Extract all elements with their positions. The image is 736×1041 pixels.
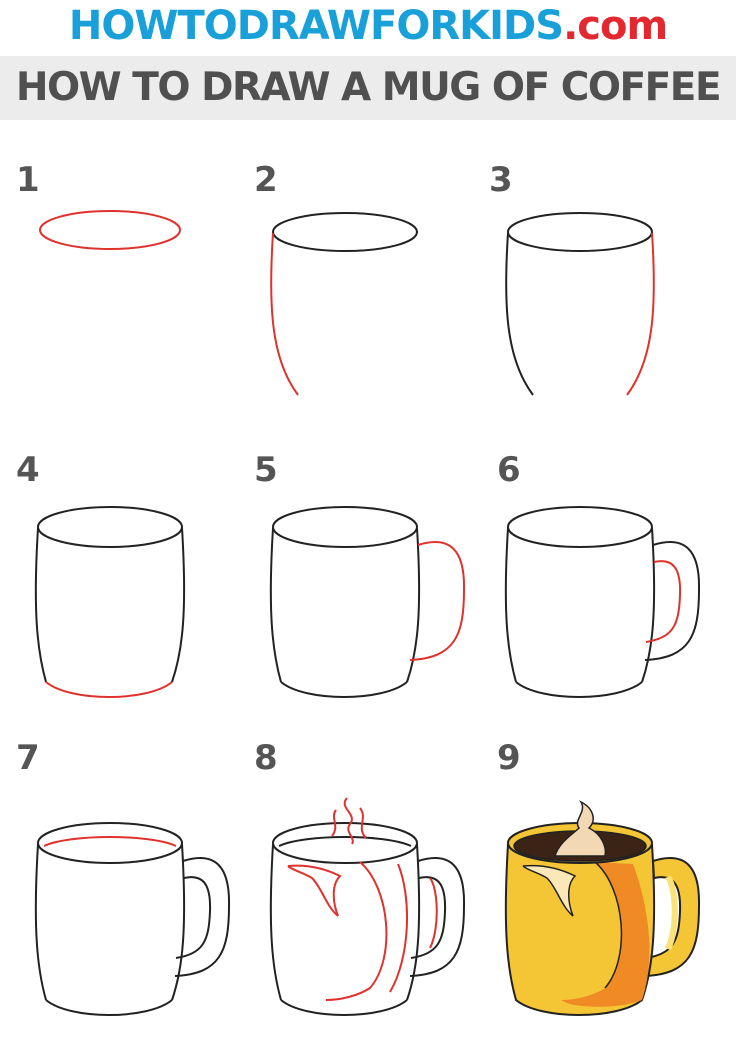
mug-rim-ellipse	[272, 212, 418, 252]
mug-bottom	[515, 681, 643, 698]
step-number: 2	[254, 160, 278, 200]
handle-shine	[429, 877, 438, 949]
mug-left-side	[34, 843, 47, 1001]
mug-handle-inner	[645, 560, 682, 643]
site-name-text: HOWTODRAWFORKIDS	[68, 3, 564, 49]
mug-left-side	[269, 527, 282, 683]
mug-bottom	[280, 999, 408, 1016]
title-band: How to Draw a Mug of Coffee	[0, 56, 736, 120]
mug-rim-ellipse	[272, 506, 418, 548]
mug-shine-right	[389, 863, 409, 993]
step-number: 3	[489, 160, 513, 200]
mug-rim-ellipse	[507, 212, 653, 252]
site-name: HOWTODRAWFORKIDS.com	[68, 3, 668, 49]
step-5: 5	[240, 450, 485, 738]
mug-inner-rim	[43, 836, 177, 847]
step-6-drawing	[504, 506, 701, 698]
mug-handle-inner	[175, 876, 212, 959]
step-7: 7	[0, 738, 245, 1026]
step-5-drawing	[269, 506, 466, 698]
mug-left-side	[34, 527, 47, 683]
step-number: 1	[16, 160, 40, 200]
step-8: 8	[240, 738, 485, 1026]
mug-rim-ellipse	[37, 822, 183, 864]
mug-rim-ellipse	[39, 210, 181, 250]
foam-drip	[287, 864, 342, 917]
step-7-drawing	[34, 822, 231, 1016]
step-3-drawing	[505, 212, 655, 396]
step-number: 7	[16, 738, 40, 778]
mug-bottom	[45, 681, 173, 698]
mug-left-side	[505, 232, 534, 396]
step-8-drawing	[269, 797, 466, 1016]
mug-left-side	[270, 232, 299, 396]
mug-rim-ellipse	[37, 506, 183, 548]
site-domain: .com	[563, 3, 668, 49]
mug-inner-rim	[278, 836, 412, 847]
site-header: HOWTODRAWFORKIDS.com	[0, 0, 736, 52]
step-number: 6	[497, 450, 521, 490]
mug-right-side	[626, 232, 655, 396]
step-number: 4	[16, 450, 40, 490]
step-number: 9	[497, 738, 521, 778]
step-2: 2	[240, 160, 485, 448]
mug-left-side	[269, 843, 282, 1001]
mug-bottom	[280, 681, 408, 698]
step-9: 9	[475, 738, 720, 1026]
step-2-drawing	[270, 212, 418, 396]
step-4-drawing	[34, 506, 186, 698]
page-title: How to Draw a Mug of Coffee	[15, 65, 722, 110]
step-number: 5	[254, 450, 278, 490]
step-1: 1	[0, 160, 245, 448]
mug-rim-ellipse	[507, 506, 653, 548]
step-3: 3	[485, 160, 730, 448]
step-number: 8	[254, 738, 278, 778]
step-6: 6	[475, 450, 720, 738]
step-9-drawing	[504, 800, 701, 1016]
mug-left-side	[504, 527, 517, 683]
mug-rim-ellipse	[272, 822, 418, 864]
mug-handle-inner	[410, 876, 447, 959]
mug-right-side	[171, 527, 186, 683]
mug-bottom	[45, 999, 173, 1016]
step-4: 4	[0, 450, 245, 738]
step-1-drawing	[39, 210, 181, 250]
